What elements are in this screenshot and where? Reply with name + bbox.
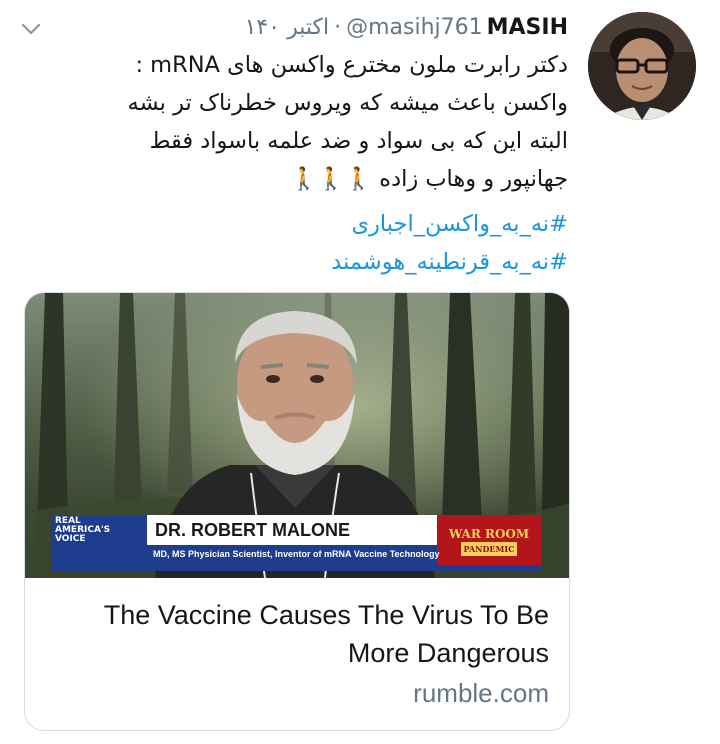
card-domain: rumble.com bbox=[413, 678, 549, 708]
show-logo: WAR ROOM PANDEMIC bbox=[439, 527, 539, 556]
card-title-line: The Vaccine Causes The Virus To Be bbox=[103, 600, 549, 630]
tweet-line: جهانپور و وهاب زاده 🚶🚶🚶 bbox=[28, 160, 568, 199]
lower-third-name: DR. ROBERT MALONE bbox=[155, 520, 350, 540]
network-logo: REAL AMERICA'S VOICE bbox=[55, 517, 145, 544]
show-name: WAR ROOM bbox=[448, 527, 530, 541]
tweet-line: البته این که بی سواد و ضد علمه باسواد فق… bbox=[149, 128, 568, 154]
user-handle[interactable]: @masihj761 bbox=[346, 15, 483, 40]
show-tag: PANDEMIC bbox=[460, 542, 518, 556]
tweet-header: ۱۴۰ اکتبر · @masihj761 MASIH bbox=[245, 13, 568, 43]
avatar[interactable] bbox=[588, 12, 696, 120]
tweet-date[interactable]: ۱۴۰ اکتبر bbox=[245, 15, 329, 40]
display-name[interactable]: MASIH bbox=[487, 15, 568, 40]
tweet-line: دکتر رابرت ملون مخترع واکسن های mRNA : bbox=[135, 52, 568, 78]
hashtag-link[interactable]: #نه_به_قرنطینه_هوشمند bbox=[331, 249, 568, 275]
link-preview-card[interactable]: REAL AMERICA'S VOICE DR. ROBERT MALONE M… bbox=[24, 292, 570, 731]
card-title-line: More Dangerous bbox=[347, 638, 549, 668]
chevron-down-icon[interactable] bbox=[20, 18, 42, 40]
lower-third-subtitle: MD, MS Physician Scientist, Inventor of … bbox=[153, 549, 440, 559]
hashtags: #نه_به_واکسن_اجباری #نه_به_قرنطینه_هوشمن… bbox=[28, 205, 568, 281]
network-line: VOICE bbox=[55, 534, 86, 544]
card-thumbnail: REAL AMERICA'S VOICE DR. ROBERT MALONE M… bbox=[25, 293, 569, 578]
tweet-line: واکسن باعث میشه که ویروس خطرناک تر بشه bbox=[127, 90, 568, 116]
header-separator: · bbox=[334, 15, 342, 40]
card-title: The Vaccine Causes The Virus To Be More … bbox=[39, 596, 549, 672]
walking-person-emoji-icon: 🚶🚶🚶 bbox=[289, 167, 373, 192]
tweet-line-text: جهانپور و وهاب زاده bbox=[379, 166, 568, 192]
tweet-text: دکتر رابرت ملون مخترع واکسن های mRNA : و… bbox=[28, 46, 568, 199]
hashtag-link[interactable]: #نه_به_واکسن_اجباری bbox=[351, 211, 568, 237]
